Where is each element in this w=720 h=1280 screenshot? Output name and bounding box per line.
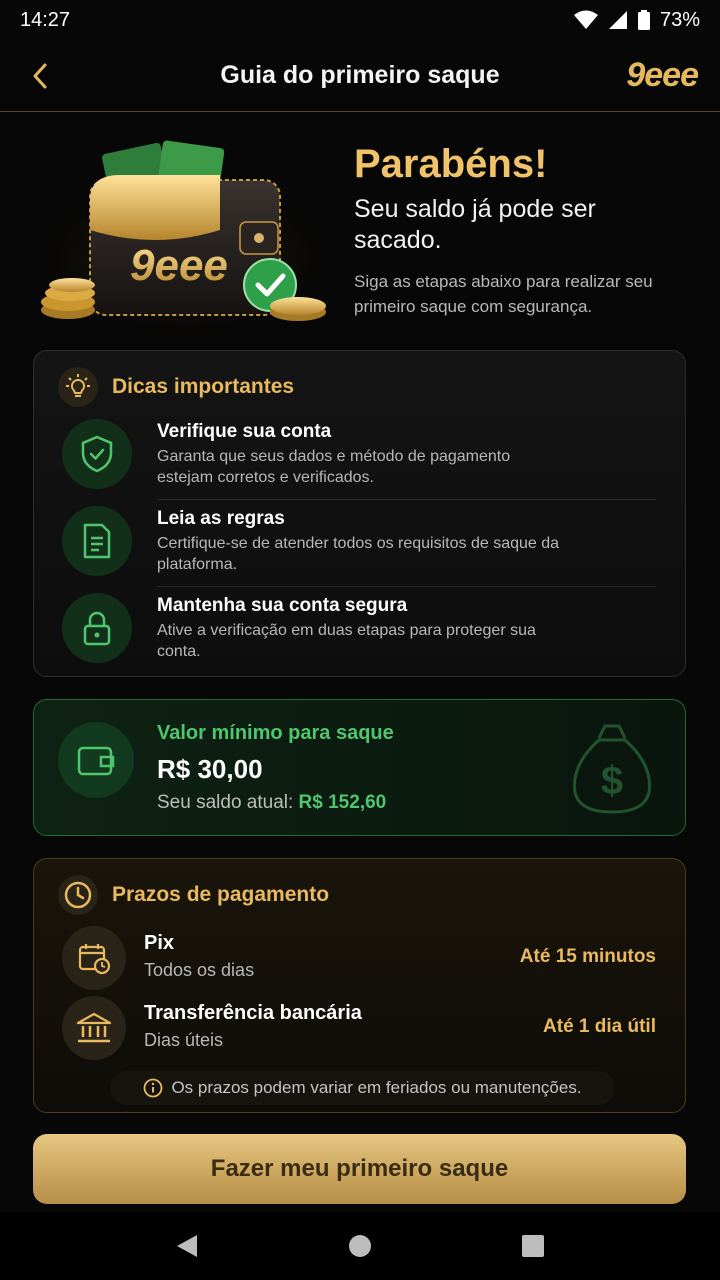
- clock-icon: [58, 875, 98, 915]
- payment-deadlines-card: Prazos de pagamento Pix Todos os dias At…: [33, 858, 686, 1113]
- money-bag-icon: $: [573, 724, 651, 814]
- lightbulb-icon: [58, 367, 98, 407]
- deadline-row-pix: Pix Todos os dias Até 15 minutos: [62, 926, 656, 992]
- hero-section: 9eee Parabéns! Seu saldo já pode ser sac…: [0, 112, 720, 342]
- tip-title: Leia as regras: [157, 508, 285, 529]
- calendar-clock-icon: [62, 926, 126, 990]
- document-icon: [62, 506, 132, 576]
- minimum-withdrawal-card: Valor mínimo para saque R$ 30,00 Seu sal…: [33, 699, 686, 836]
- tip-item: Mantenha sua conta segura Ative a verifi…: [62, 587, 656, 674]
- bank-icon: [62, 996, 126, 1060]
- nav-recents-button[interactable]: [513, 1226, 553, 1266]
- battery-icon: [637, 10, 650, 30]
- chevron-left-icon: [33, 63, 47, 89]
- deadline-time: Até 15 minutos: [519, 946, 656, 967]
- minimum-label: Valor mínimo para saque: [157, 722, 394, 744]
- deadlines-note-text: Os prazos podem variar em feriados ou ma…: [171, 1078, 582, 1097]
- first-withdrawal-button[interactable]: Fazer meu primeiro saque: [33, 1134, 686, 1204]
- circle-home-icon: [348, 1235, 371, 1257]
- tip-title: Mantenha sua conta segura: [157, 595, 408, 616]
- tip-item: Verifique sua conta Garanta que seus dad…: [62, 413, 656, 500]
- square-recents-icon: [522, 1235, 545, 1257]
- triangle-back-icon: [176, 1235, 197, 1257]
- hero-title: Parabéns!: [354, 142, 548, 186]
- deadline-title: Pix: [144, 932, 175, 954]
- tips-title: Dicas importantes: [112, 375, 295, 398]
- tips-header: Dicas importantes: [58, 367, 294, 407]
- deadline-subtitle: Dias úteis: [144, 1030, 224, 1050]
- hero-subtitle: Seu saldo já pode ser sacado.: [354, 195, 596, 254]
- deadlines-title: Prazos de pagamento: [112, 883, 330, 906]
- balance-label: Seu saldo atual:: [157, 792, 294, 813]
- app-header: Guia do primeiro saque 9eee: [0, 40, 720, 112]
- system-navigation-bar: [0, 1212, 720, 1280]
- wallet-illustration: 9eee: [35, 140, 335, 330]
- current-balance: Seu saldo atual: R$ 152,60: [157, 792, 386, 814]
- svg-text:$: $: [601, 759, 623, 803]
- deadline-time: Até 1 dia útil: [543, 1016, 656, 1037]
- lock-icon: [62, 593, 132, 663]
- wallet-brand-text: 9eee: [130, 241, 228, 290]
- page-title: Guia do primeiro saque: [220, 61, 500, 89]
- tip-description: Certifique-se de atender todos os requis…: [157, 535, 560, 573]
- hero-description: Siga as etapas abaixo para realizar seu …: [354, 272, 653, 316]
- brand-logo: 9eee: [626, 56, 699, 94]
- deadlines-note: Os prazos podem variar em feriados ou ma…: [110, 1071, 615, 1105]
- status-time: 14:27: [20, 8, 71, 31]
- nav-home-button[interactable]: [340, 1226, 380, 1266]
- tip-title: Verifique sua conta: [157, 421, 332, 442]
- status-icons: 73%: [573, 8, 700, 32]
- minimum-value: R$ 30,00: [157, 754, 263, 784]
- deadline-subtitle: Todos os dias: [144, 960, 255, 980]
- signal-icon: [608, 11, 627, 29]
- info-icon: [144, 1078, 163, 1098]
- deadline-title: Transferência bancária: [144, 1002, 362, 1024]
- balance-value: R$ 152,60: [298, 792, 387, 813]
- tip-item: Leia as regras Certifique-se de atender …: [62, 500, 656, 587]
- nav-back-button[interactable]: [167, 1226, 207, 1266]
- tip-description: Garanta que seus dados e método de pagam…: [157, 448, 511, 486]
- tips-card: Dicas importantes Verifique sua conta Ga…: [33, 350, 686, 677]
- deadlines-header: Prazos de pagamento: [58, 875, 329, 915]
- shield-check-icon: [62, 419, 132, 489]
- wifi-icon: [573, 10, 598, 29]
- wallet-icon: [58, 722, 134, 798]
- status-bar: 14:27 73%: [0, 0, 720, 40]
- tip-description: Ative a verificação em duas etapas para …: [157, 622, 536, 660]
- back-button[interactable]: [24, 60, 56, 92]
- battery-level: 73%: [659, 8, 700, 31]
- deadline-row-bank-transfer: Transferência bancária Dias úteis Até 1 …: [62, 996, 656, 1062]
